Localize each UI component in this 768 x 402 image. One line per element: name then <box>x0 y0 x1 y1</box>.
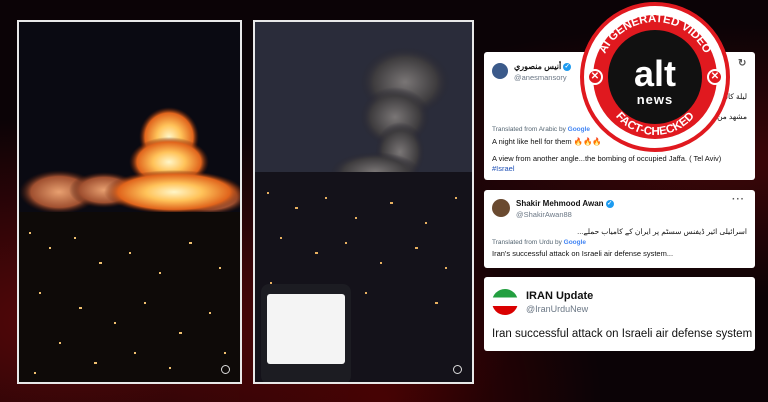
fact-check-badge: AI GENERATED VIDEO FACT-CHECKED alt news… <box>580 2 730 152</box>
badge-ring-text: AI GENERATED VIDEO FACT-CHECKED alt news <box>593 13 717 139</box>
close-icon: ✕ <box>707 69 723 85</box>
video-indicator-icon <box>221 365 230 374</box>
close-icon: ✕ <box>587 69 603 85</box>
explosion-scene-left <box>19 22 240 382</box>
tweet-author-handle[interactable]: @anesmansory <box>514 73 567 82</box>
video-indicator-icon <box>453 365 462 374</box>
tweet-author-name[interactable]: أنيس منصوري ✓ <box>514 62 572 71</box>
avatar <box>492 63 508 79</box>
tweet-author-name[interactable]: Shakir Mehmood Awan ✓ <box>516 199 614 208</box>
badge-logo: alt <box>634 53 676 94</box>
avatar <box>492 199 510 217</box>
badge-logo-sub: news <box>637 92 674 107</box>
verified-icon: ✓ <box>563 62 572 71</box>
translated-notice: Translated from Arabic by Google <box>492 126 591 133</box>
tweet-original-text: اسرائیلی ائیر ڈیفنس سسٹم پر ایران کے کام… <box>577 227 747 236</box>
tweet-author-name[interactable]: IRAN Update <box>526 290 593 302</box>
iran-flag-avatar <box>492 289 518 315</box>
video-frame-middle[interactable] <box>253 20 474 384</box>
tweet-author-handle[interactable]: @ShakirAwan88 <box>516 210 572 219</box>
tweet-text-line1: Iran successful attack on Israeli air de… <box>492 328 753 340</box>
tweet-card-iranupdate[interactable]: IRAN Update @IranUrduNew Iran successful… <box>484 277 755 351</box>
tweet-text-line2: A view from another angle...the bombing … <box>492 154 722 163</box>
tweet-card-shakirawan[interactable]: Shakir Mehmood Awan ✓ @ShakirAwan88 ··· ا… <box>484 190 755 268</box>
verified-icon: ✓ <box>605 199 614 208</box>
tweet-author-handle[interactable]: @IranUrduNew <box>526 304 588 314</box>
more-options-icon[interactable]: ··· <box>732 194 745 205</box>
refresh-icon[interactable]: ↻ <box>738 58 747 69</box>
translated-notice: Translated from Urdu by Google <box>492 239 587 246</box>
hashtag-link[interactable]: #Israel <box>492 164 515 173</box>
tweet-text-line1: Iran's successful attack on Israeli air … <box>492 249 674 258</box>
video-frame-left[interactable] <box>17 20 242 384</box>
explosion-scene-middle <box>255 22 472 382</box>
